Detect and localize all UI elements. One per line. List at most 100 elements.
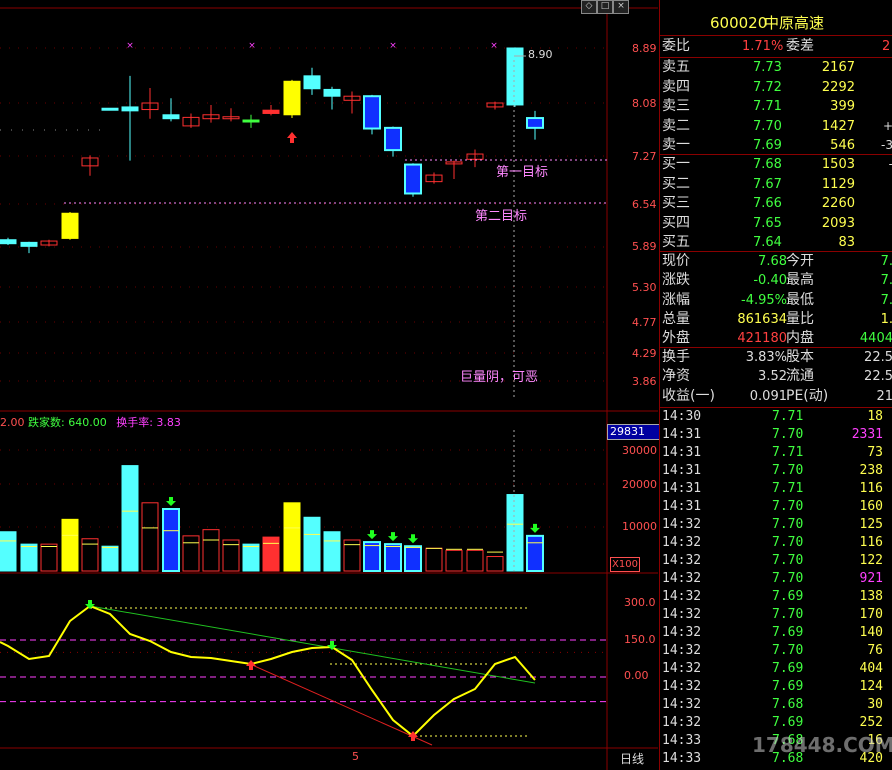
volume-bar	[323, 531, 341, 572]
stat-label-2: 最高	[786, 272, 814, 289]
period-label[interactable]: 日线	[620, 750, 644, 767]
tick-price: 7.71	[772, 409, 804, 424]
level-label: 买五	[662, 234, 690, 251]
stock-name: 中原高速	[764, 14, 825, 32]
stat-value-2: 4404	[859, 331, 892, 347]
ask-row[interactable]: 卖一 7.69 546 -3	[660, 136, 892, 155]
weibi-value: 1.71%	[742, 39, 784, 54]
volume-bar	[425, 547, 443, 572]
tick-volume: 73	[867, 445, 883, 460]
ask-row[interactable]: 卖四 7.72 2292	[660, 78, 892, 97]
level-label: 买一	[662, 156, 690, 172]
tick-time: 14:32	[662, 661, 702, 676]
tick-time: 14:32	[662, 625, 702, 640]
stat-value: 3.83%	[745, 350, 787, 365]
tick-price: 7.70	[772, 517, 804, 532]
tick-price: 7.70	[772, 607, 804, 622]
level-price: 7.68	[753, 157, 782, 172]
candle-body	[283, 80, 301, 116]
stat-label: 外盘	[662, 330, 690, 347]
level-label: 卖二	[662, 117, 690, 134]
stat-label: 净资	[662, 368, 690, 385]
volume-unit-button[interactable]: X100	[610, 557, 640, 572]
tick-row: 14:32 7.69 124	[660, 678, 892, 696]
close-button[interactable]: ×	[613, 0, 629, 14]
stat-row: 收益(一) 0.091 PE(动) 21	[660, 387, 892, 406]
stat-value-2: 7.	[880, 273, 892, 289]
ask-row[interactable]: 卖三 7.71 399	[660, 97, 892, 116]
tick-time: 14:31	[662, 463, 702, 478]
stock-code: 600020	[710, 14, 768, 32]
level-volume: 1427	[821, 118, 855, 134]
stat-value: 3.52	[758, 369, 787, 385]
level-price: 7.67	[753, 176, 782, 192]
volume-bar	[242, 543, 260, 572]
bid-row[interactable]: 买五 7.64 83	[660, 233, 892, 252]
stat-value-2: 22.5	[864, 350, 892, 365]
restore-button[interactable]: ◇	[581, 0, 597, 14]
tick-time: 14:33	[662, 733, 702, 748]
level-label: 卖五	[662, 59, 690, 75]
tick-volume: 921	[859, 571, 883, 586]
volume-legend: 2.00 跌家数: 640.00 换手率: 3.83	[0, 414, 181, 430]
kline-chart-svg[interactable]: × × × ×	[0, 0, 658, 770]
stat-row: 换手 3.83% 股本 22.5	[660, 348, 892, 367]
candle-body	[404, 163, 422, 195]
tick-price: 7.70	[772, 553, 804, 568]
bid-row[interactable]: 买四 7.65 2093	[660, 214, 892, 233]
tick-time: 14:32	[662, 715, 702, 730]
tick-price: 7.69	[772, 625, 804, 640]
tick-price: 7.70	[772, 463, 804, 478]
tick-time: 14:31	[662, 427, 702, 442]
stat-row: 涨跌 -0.40 最高 7.	[660, 271, 892, 290]
stat-label-2: 流通	[786, 368, 814, 385]
tick-row: 14:31 7.70 2331	[660, 426, 892, 444]
stat-row: 涨幅 -4.95% 最低 7.	[660, 291, 892, 310]
tick-price: 7.70	[772, 535, 804, 550]
volume-bar	[303, 516, 321, 572]
volume-bar	[202, 529, 220, 572]
bid-row[interactable]: 买三 7.66 2260	[660, 194, 892, 213]
stat-value-2: 1.	[880, 311, 892, 327]
tick-price: 7.69	[772, 661, 804, 676]
tick-row: 14:31 7.70 238	[660, 462, 892, 480]
stat-value: 861634	[737, 311, 787, 327]
candle-body	[262, 109, 280, 114]
stat-label-2: 内盘	[786, 330, 814, 347]
stat-value-2: 21	[876, 388, 892, 404]
tick-volume: 160	[859, 499, 883, 514]
tick-volume: 125	[859, 517, 883, 532]
volume-bar	[40, 543, 58, 572]
stat-row: 外盘 421180 内盘 4404	[660, 329, 892, 348]
comment-label: 巨量阴，可恶	[460, 370, 539, 385]
stat-value: -0.40	[753, 273, 787, 289]
volume-bar	[0, 531, 17, 572]
stat-label: 涨跌	[662, 272, 690, 289]
tick-row: 14:30 7.71 18	[660, 408, 892, 426]
volume-bar	[506, 494, 524, 572]
tick-time: 14:32	[662, 607, 702, 622]
tick-time: 14:32	[662, 589, 702, 604]
tick-volume: 116	[859, 535, 883, 550]
bid-row[interactable]: 买一 7.68 1503 -	[660, 155, 892, 174]
ask-row[interactable]: 卖五 7.73 2167	[660, 58, 892, 77]
volume-bar	[61, 518, 79, 572]
tick-row: 14:31 7.70 160	[660, 498, 892, 516]
tick-price: 7.69	[772, 715, 804, 730]
kline-chart-area[interactable]: × × × × 8.89 8.08 7.27 6.54 5.89 5.30 4.77 4.29 3.8…	[0, 0, 661, 770]
tick-volume: 2331	[851, 427, 883, 442]
maximize-button[interactable]: □	[597, 0, 613, 14]
tick-row: 14:32 7.68 30	[660, 696, 892, 714]
stat-value: -4.95%	[741, 292, 787, 308]
stat-value-2: 22.5	[864, 369, 892, 385]
tick-volume: 138	[859, 589, 883, 604]
top-cross-marker: ×	[248, 41, 256, 51]
level-change: -	[889, 155, 892, 174]
tick-time: 14:32	[662, 679, 702, 694]
level-volume: 2292	[821, 79, 855, 95]
tick-row: 14:32 7.69 140	[660, 624, 892, 642]
ask-row[interactable]: 卖二 7.70 1427 +	[660, 117, 892, 136]
bid-row[interactable]: 买二 7.67 1129	[660, 175, 892, 194]
level-volume: 399	[830, 99, 855, 115]
level-volume: 546	[830, 138, 855, 154]
